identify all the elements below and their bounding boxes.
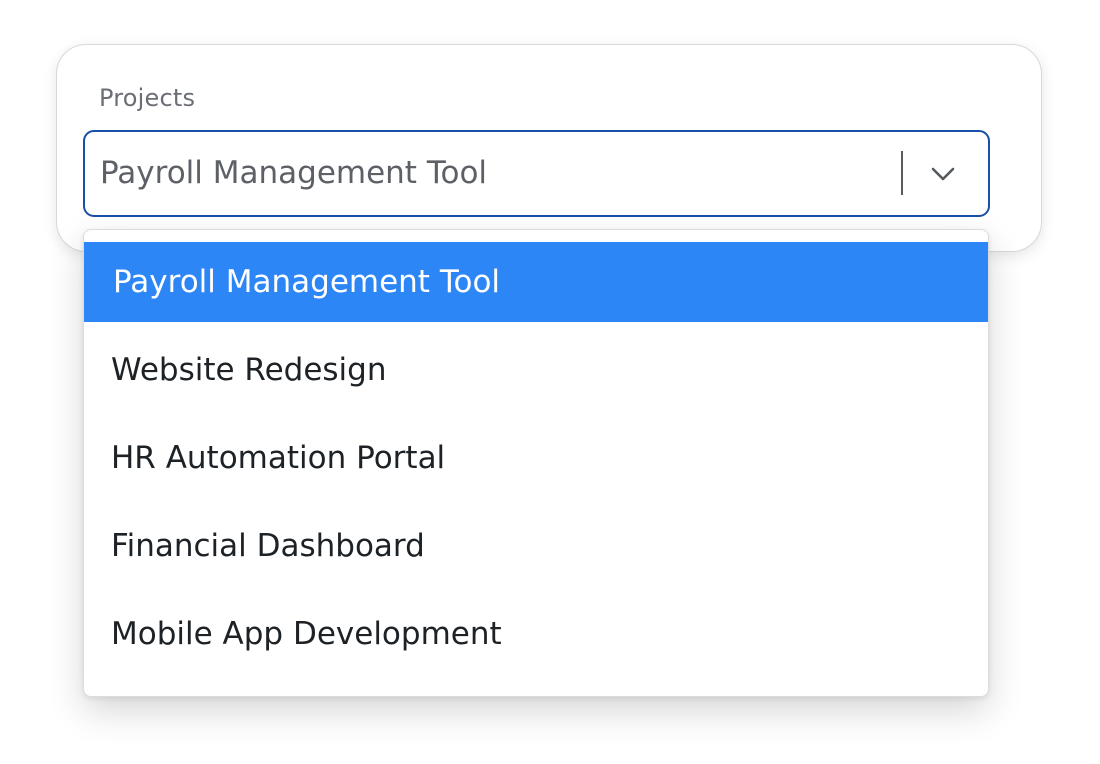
dropdown-option-mobile-app-development[interactable]: Mobile App Development (84, 594, 988, 674)
projects-label: Projects (99, 84, 196, 112)
indicator-separator (901, 151, 903, 195)
dropdown-option-hr-automation-portal[interactable]: HR Automation Portal (84, 418, 988, 498)
projects-field-card: Projects Payroll Management Tool (56, 44, 1042, 252)
projects-select[interactable]: Payroll Management Tool (83, 130, 990, 217)
dropdown-option-website-redesign[interactable]: Website Redesign (84, 330, 988, 410)
selected-value: Payroll Management Tool (100, 155, 488, 191)
dropdown-option-financial-dashboard[interactable]: Financial Dashboard (84, 506, 988, 586)
projects-dropdown-menu: Payroll Management Tool Website Redesign… (83, 229, 989, 697)
chevron-down-icon[interactable] (928, 159, 958, 189)
dropdown-option-payroll-management-tool[interactable]: Payroll Management Tool (84, 242, 988, 322)
